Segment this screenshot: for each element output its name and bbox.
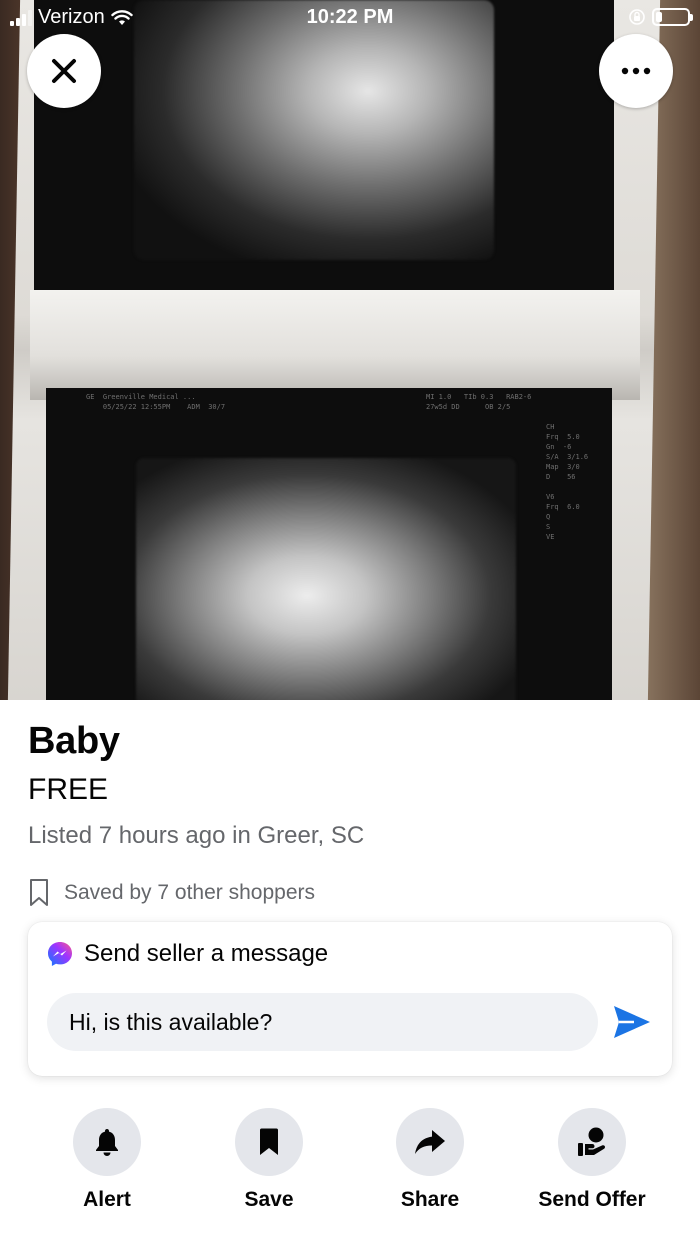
orientation-lock-icon xyxy=(629,9,645,25)
bell-icon xyxy=(96,1129,118,1156)
alert-button[interactable]: Alert xyxy=(27,1108,187,1212)
listing-meta[interactable]: Listed 7 hours ago in Greer, SC xyxy=(28,822,364,850)
share-arrow-icon xyxy=(415,1130,445,1154)
scan-readout: CH Frq 5.0 Gn -6 S/A 3/1.6 Map 3/0 D 56 … xyxy=(546,423,589,541)
ultrasound-shape-top xyxy=(134,0,494,260)
message-input[interactable] xyxy=(47,993,598,1051)
more-options-button[interactable] xyxy=(599,34,673,108)
ultrasound-shape-bottom xyxy=(136,458,516,700)
send-offer-label: Send Offer xyxy=(538,1188,646,1211)
saved-count-text: Saved by 7 other shoppers xyxy=(64,881,315,904)
alert-label: Alert xyxy=(83,1188,131,1211)
scan-header-right: MI 1.0 TIb 0.3 RAB2-6 27w5d DD OB 2/5 xyxy=(426,393,532,411)
scan-header-left: GE Greenville Medical ... 05/25/22 12:55… xyxy=(86,393,226,411)
save-button[interactable]: Save xyxy=(189,1108,349,1212)
offer-hand-icon xyxy=(578,1127,605,1156)
close-button[interactable] xyxy=(27,34,101,108)
more-horizontal-icon xyxy=(621,67,651,75)
listing-price: FREE xyxy=(28,773,109,806)
message-heading: Send seller a message xyxy=(46,940,328,968)
saved-count: Saved by 7 other shoppers xyxy=(28,878,315,908)
clock: 10:22 PM xyxy=(306,6,394,28)
message-seller-card: Send seller a message xyxy=(28,922,672,1076)
bookmark-icon xyxy=(260,1128,278,1155)
send-offer-button[interactable]: Send Offer xyxy=(512,1108,672,1212)
paper-fold xyxy=(30,290,640,400)
ultrasound-image-bottom: GE Greenville Medical ... 05/25/22 12:55… xyxy=(46,388,612,700)
send-icon xyxy=(614,1006,650,1038)
listing-title: Baby xyxy=(28,720,120,762)
share-button[interactable]: Share xyxy=(350,1108,510,1212)
battery-area xyxy=(628,8,693,26)
messenger-icon xyxy=(48,942,72,966)
bookmark-outline-icon xyxy=(30,879,48,906)
message-heading-text: Send seller a message xyxy=(84,940,329,967)
status-bar: Verizon 10:22 PM xyxy=(0,0,700,36)
save-label: Save xyxy=(244,1188,294,1211)
battery-icon xyxy=(652,8,693,26)
send-button[interactable] xyxy=(610,1000,654,1044)
share-label: Share xyxy=(400,1188,460,1211)
listing-photo[interactable]: GE Greenville Medical ... 05/25/22 12:55… xyxy=(0,0,700,700)
ultrasound-image-top xyxy=(34,0,614,296)
close-icon xyxy=(52,59,76,83)
action-bar: Alert Save Share Send Offer xyxy=(0,1108,700,1218)
